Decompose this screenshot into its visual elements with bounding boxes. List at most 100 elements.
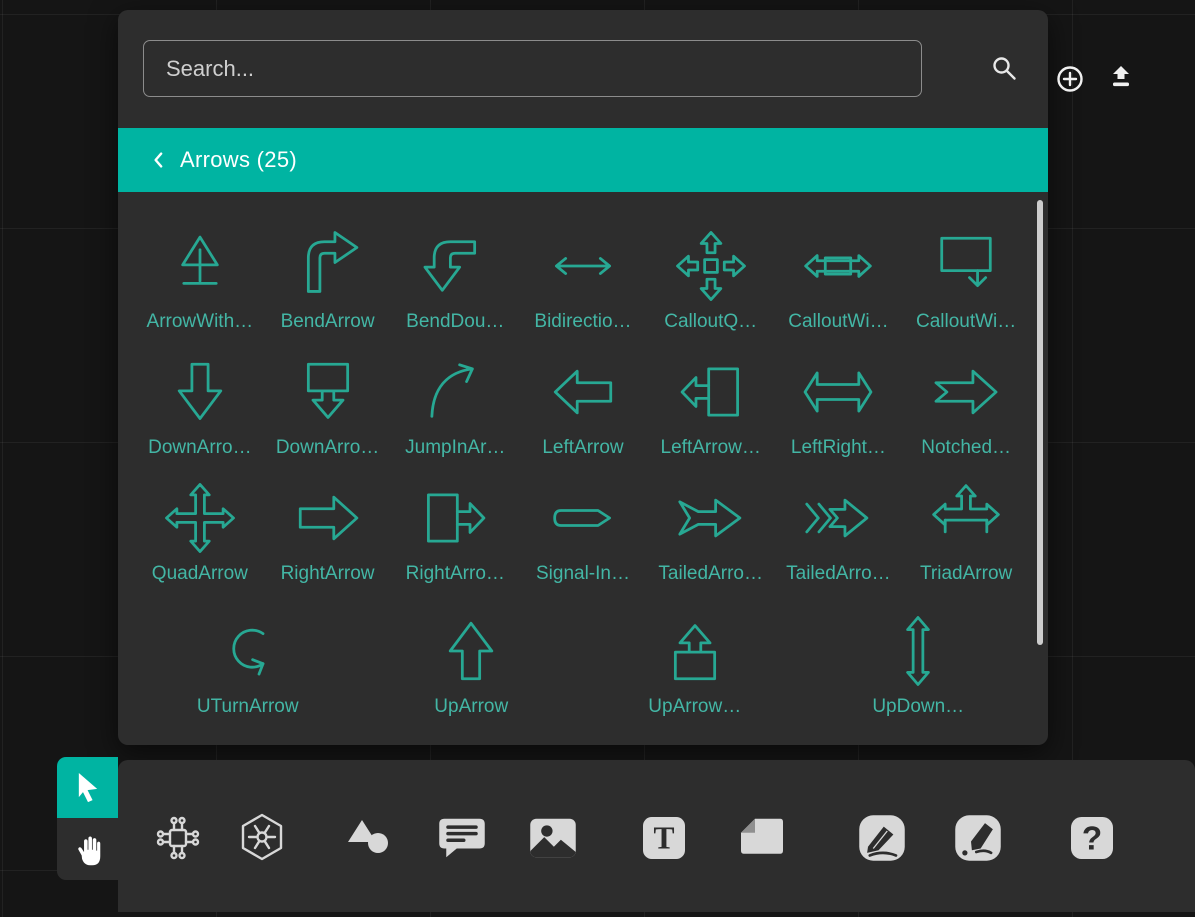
shape-label: CalloutWi…	[916, 311, 1016, 333]
shape-item[interactable]: DownArro…	[136, 339, 264, 459]
library-category-header[interactable]: Arrows (25)	[118, 128, 1048, 192]
arrow-with-base-icon	[157, 229, 243, 303]
shape-label: CalloutWi…	[788, 311, 888, 333]
shapes-icon	[342, 810, 398, 866]
shape-label: UpArrow…	[648, 696, 741, 718]
shape-label: UpDown…	[872, 696, 964, 718]
help-button[interactable]: ?	[1064, 810, 1120, 866]
canvas-background[interactable]: { "colors": { "accent": "#00b4a2", "shap…	[0, 0, 1195, 917]
shape-item[interactable]: Bidirectio…	[519, 213, 647, 333]
search-icon[interactable]	[990, 54, 1018, 82]
shape-item[interactable]: LeftRight…	[775, 339, 903, 459]
add-shape-icon[interactable]	[1055, 64, 1085, 94]
search-input[interactable]	[143, 40, 922, 97]
note-tool-button[interactable]	[734, 810, 790, 866]
triad-arrow-icon	[923, 481, 1009, 555]
shape-item[interactable]: Notched…	[902, 339, 1030, 459]
shape-item[interactable]: JumpInAr…	[391, 339, 519, 459]
text-tool-glyph: T	[653, 821, 674, 856]
shape-item[interactable]: UTurnArrow	[136, 598, 360, 718]
shape-item[interactable]: Signal-In…	[519, 465, 647, 585]
pan-tool-button[interactable]	[57, 818, 118, 880]
shape-grid: ArrowWith… BendArrow BendDou… Bidirectio…	[136, 213, 1030, 585]
shape-label: BendDou…	[406, 311, 504, 333]
shape-item[interactable]: BendArrow	[264, 213, 392, 333]
network-diagram-icon	[150, 810, 206, 866]
kubernetes-tool-button[interactable]	[234, 810, 290, 866]
shape-label: LeftArrow…	[661, 437, 761, 459]
shape-item[interactable]: RightArrow	[264, 465, 392, 585]
shape-library-panel: Arrows (25) ArrowWith… BendArrow BendDou…	[118, 10, 1048, 745]
shape-label: BendArrow	[281, 311, 375, 333]
tailed-arrow-icon	[668, 481, 754, 555]
up-arrow-callout-icon	[652, 614, 738, 688]
note-icon	[734, 810, 790, 866]
bottom-toolbar: T ?	[118, 760, 1195, 912]
left-arrow-icon	[540, 355, 626, 429]
shape-label: TriadArrow	[920, 563, 1012, 585]
shape-item[interactable]: QuadArrow	[136, 465, 264, 585]
jump-in-arrow-icon	[412, 355, 498, 429]
bend-arrow-icon	[285, 229, 371, 303]
select-tool-button[interactable]	[57, 757, 118, 818]
shape-item[interactable]: CalloutWi…	[902, 213, 1030, 333]
bend-arrow-double-icon	[412, 229, 498, 303]
shape-item[interactable]: CalloutQ…	[647, 213, 775, 333]
hand-icon	[69, 830, 107, 868]
down-arrow-callout-icon	[285, 355, 371, 429]
shape-item[interactable]: TailedArro…	[647, 465, 775, 585]
shape-label: Bidirectio…	[534, 311, 631, 333]
shape-item[interactable]: BendDou…	[391, 213, 519, 333]
shape-item[interactable]: TriadArrow	[902, 465, 1030, 585]
shape-label: Notched…	[921, 437, 1011, 459]
upload-icon[interactable]	[1107, 65, 1135, 91]
shape-label: UTurnArrow	[197, 696, 299, 718]
callout-width-arrows-icon	[795, 229, 881, 303]
left-right-arrow-icon	[795, 355, 881, 429]
shape-label: DownArro…	[276, 437, 379, 459]
shape-label: DownArro…	[148, 437, 251, 459]
shape-item[interactable]: UpArrow	[360, 598, 584, 718]
text-tool-button[interactable]: T	[636, 810, 692, 866]
network-diagram-tool-button[interactable]	[150, 810, 206, 866]
back-chevron-icon[interactable]	[150, 149, 166, 171]
comment-icon	[434, 810, 490, 866]
shape-label: LeftArrow	[542, 437, 623, 459]
tailed-arrow-double-icon	[795, 481, 881, 555]
callout-with-down-arrow-icon	[923, 229, 1009, 303]
shape-label: RightArro…	[406, 563, 505, 585]
marker-tool-button[interactable]	[950, 810, 1006, 866]
right-arrow-icon	[285, 481, 371, 555]
left-arrow-callout-icon	[668, 355, 754, 429]
shape-item[interactable]: LeftArrow…	[647, 339, 775, 459]
shape-label: UpArrow	[434, 696, 508, 718]
text-tool-icon: T	[636, 810, 692, 866]
shape-label: Signal-In…	[536, 563, 630, 585]
image-tool-button[interactable]	[525, 810, 581, 866]
pen-tool-button[interactable]	[854, 810, 910, 866]
shape-item[interactable]: TailedArro…	[775, 465, 903, 585]
shape-item[interactable]: ArrowWith…	[136, 213, 264, 333]
up-down-arrow-icon	[875, 614, 961, 688]
shape-item[interactable]: DownArro…	[264, 339, 392, 459]
callout-quad-arrow-icon	[668, 229, 754, 303]
notched-right-arrow-icon	[923, 355, 1009, 429]
shape-label: JumpInAr…	[405, 437, 505, 459]
shape-item[interactable]: LeftArrow	[519, 339, 647, 459]
shape-label: CalloutQ…	[664, 311, 757, 333]
shape-item[interactable]: CalloutWi…	[775, 213, 903, 333]
shape-label: ArrowWith…	[147, 311, 254, 333]
comment-tool-button[interactable]	[434, 810, 490, 866]
uturn-arrow-icon	[205, 614, 291, 688]
image-icon	[525, 810, 581, 866]
shapes-tool-button[interactable]	[342, 810, 398, 866]
cursor-icon	[68, 768, 108, 808]
shape-item[interactable]: RightArro…	[391, 465, 519, 585]
help-glyph: ?	[1082, 820, 1102, 857]
shape-label: LeftRight…	[791, 437, 886, 459]
shape-item[interactable]: UpDown…	[807, 598, 1031, 718]
panel-scrollbar[interactable]	[1037, 200, 1043, 645]
shape-item[interactable]: UpArrow…	[583, 598, 807, 718]
marker-icon	[950, 810, 1006, 866]
bidirectional-arrow-icon	[540, 229, 626, 303]
